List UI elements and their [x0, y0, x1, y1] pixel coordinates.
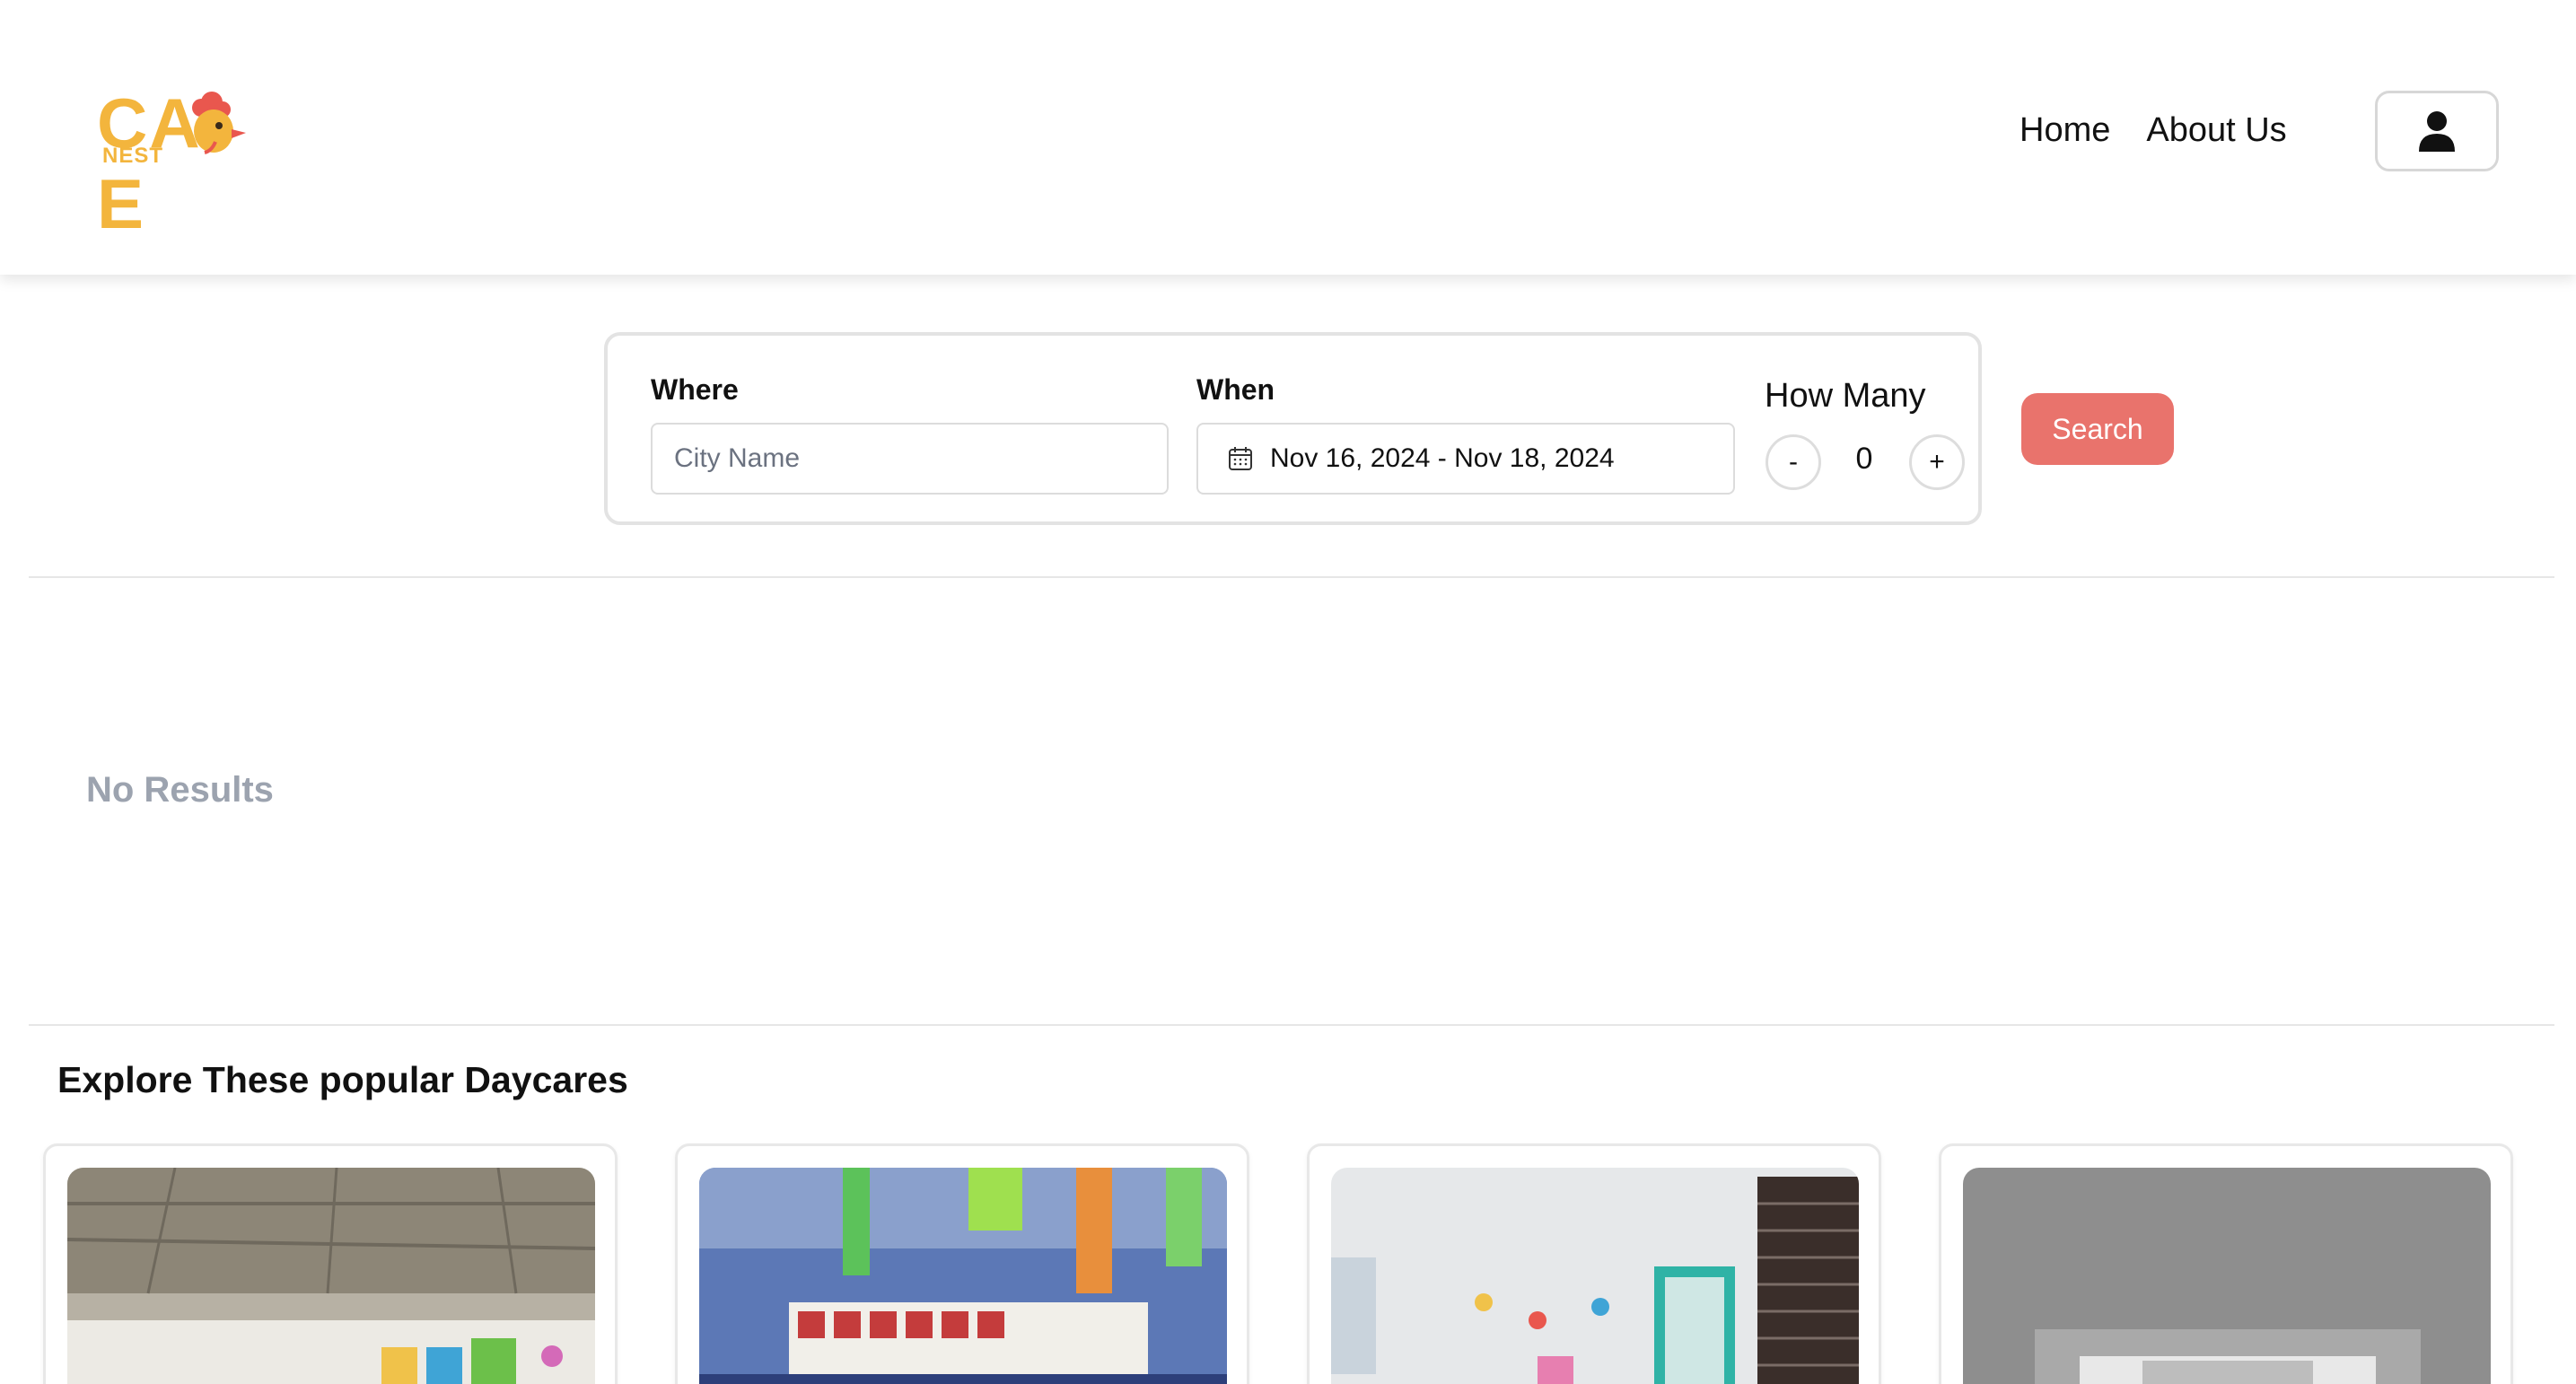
divider [29, 576, 2554, 578]
daycare-card[interactable] [1939, 1143, 2513, 1384]
logo[interactable]: CAE NEST [97, 83, 294, 243]
daycare-photo [67, 1168, 595, 1384]
nav-home[interactable]: Home [2020, 108, 2110, 153]
user-account-button[interactable] [2375, 91, 2499, 171]
daycare-photo [1331, 1168, 1859, 1384]
daycare-card[interactable] [675, 1143, 1249, 1384]
search-button[interactable]: Search [2021, 393, 2174, 465]
when-label: When [1196, 373, 1275, 406]
rooster-icon [192, 92, 246, 154]
user-icon [2419, 111, 2455, 152]
daycare-photo [1963, 1168, 2491, 1384]
divider [29, 1024, 2554, 1026]
daycare-card[interactable] [43, 1143, 618, 1384]
logo-subtext: NEST [102, 144, 164, 168]
where-label: Where [651, 373, 739, 406]
nav-about-us[interactable]: About Us [2146, 108, 2286, 153]
increment-button[interactable]: + [1909, 434, 1965, 490]
guest-count-value: 0 [1855, 442, 1873, 476]
main-nav: Home About Us [2020, 108, 2287, 153]
search-panel: Where When Nov 16, 2024 - Nov 18, 2024 H… [604, 332, 1982, 525]
popular-daycares-title: Explore These popular Daycares [57, 1059, 628, 1100]
site-header: CAE NEST Home About Us [0, 0, 2576, 275]
calendar-icon [1229, 447, 1252, 470]
date-range-picker[interactable]: Nov 16, 2024 - Nov 18, 2024 [1196, 423, 1735, 495]
how-many-label: How Many [1765, 377, 1926, 415]
decrement-button[interactable]: - [1766, 434, 1821, 490]
date-range-value: Nov 16, 2024 - Nov 18, 2024 [1270, 443, 1615, 473]
daycare-photo [699, 1168, 1227, 1384]
daycare-card[interactable] [1307, 1143, 1881, 1384]
city-name-input[interactable] [651, 423, 1169, 495]
no-results-text: No Results [86, 770, 274, 810]
